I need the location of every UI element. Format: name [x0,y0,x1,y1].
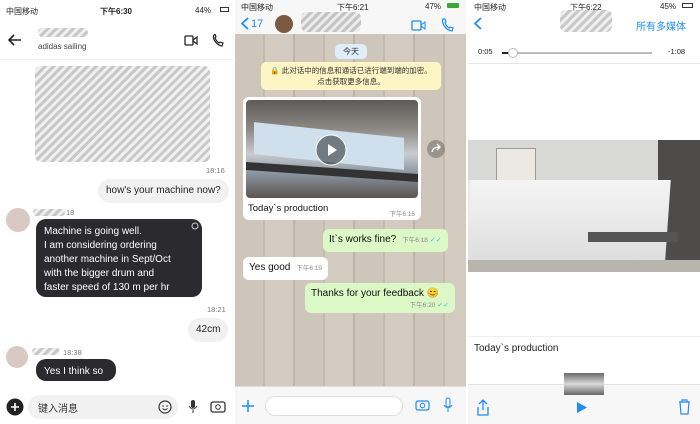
video-message[interactable]: Today`s production 下午6:16 [243,97,421,220]
contact-name-redacted [560,10,612,32]
message-text: Yes I think so [44,366,104,377]
scrubber-track[interactable] [502,48,652,58]
message-input[interactable] [265,396,403,416]
outgoing-message: 42cm [188,318,229,342]
screenshot-collage: 中国移动 下午6:30 44% adidas sailing 18:16 how… [0,0,700,424]
carrier-label: 中国移动 [241,3,273,12]
message-line: I am considering ordering [44,240,157,251]
media-viewer-screen: 中国移动 下午6:22 45% 所有多媒体 0:05 -1:08 Today`s… [468,0,700,424]
date-badge: 今天 [335,44,367,59]
media-caption: Today`s production [474,343,559,354]
microphone-icon[interactable] [188,399,198,414]
battery-percent: 44% [195,6,212,15]
avatar[interactable] [275,15,293,33]
whatsapp-chat-screen: 中国移动 下午6:21 47% 17 今天 🔒 此对话中的信息和通话已进行端到端… [235,0,466,424]
message-input[interactable]: 键入消息 [28,395,178,419]
message-time: 18:21 [207,305,226,314]
message-line: faster speed of 130 m per hr [44,282,170,293]
trash-icon[interactable] [678,399,691,415]
video-call-icon[interactable] [184,35,198,46]
input-placeholder: 键入消息 [38,404,78,415]
clock: 下午6:30 [100,7,133,16]
phone-icon[interactable] [212,34,224,47]
chat-header: 中国移动 下午6:21 47% 17 [235,0,466,34]
outgoing-message: Thanks for your feedback 😊 下午6:20 ✓✓ [305,283,455,313]
message-time: 下午6:19 [296,265,322,272]
contact-name-redacted [301,12,361,32]
scrubber-handle[interactable] [507,48,518,58]
outgoing-message: how's your machine now? [98,179,229,203]
back-chevron-icon[interactable] [241,17,249,30]
video-caption: Today`s production [248,203,329,214]
media-caption-bar: Today`s production [468,336,700,358]
thumbnail-strip[interactable] [564,373,604,395]
incoming-message: Machine is going well. I am considering … [36,219,202,297]
microphone-icon[interactable] [443,397,453,413]
status-bar: 中国移动 下午6:30 44% [0,0,233,22]
all-media-link[interactable]: 所有多媒体 [636,18,686,33]
avatar [6,346,28,368]
share-icon[interactable] [476,399,490,416]
redacted-message [35,66,210,162]
video-call-icon[interactable] [411,20,426,31]
incoming-message: Yes good 下午6:19 [243,257,328,280]
floor [468,260,700,272]
lock-icon: 🔒 [270,66,280,75]
contact-subtitle: adidas sailing [38,42,87,51]
message-time: 18:16 [206,166,225,175]
status-bar: 中国移动 下午6:21 47% [235,0,466,12]
read-ticks-icon: ✓✓ [427,237,442,244]
battery-icon [220,7,229,12]
image-icon[interactable] [210,401,226,413]
composer-bar [235,386,466,424]
play-icon[interactable] [576,401,588,414]
elapsed-time: 0:05 [478,47,493,56]
message-text: It`s works fine? [329,234,397,245]
message-line: another machine in Sept/Oct [44,254,171,265]
sender-name-redacted [32,348,60,355]
message-line: Machine is going well. [44,226,142,237]
incoming-message: Yes I think so [36,359,116,381]
contact-name-redacted [38,28,88,37]
message-line: with the bigger drum and [44,268,155,279]
message-text: Yes good [249,262,291,273]
back-arrow-icon[interactable] [8,34,22,46]
encryption-text: 此对话中的信息和通话已进行端到端的加密。点击获取更多信息。 [281,66,432,86]
chat-header: adidas sailing [0,22,233,60]
chat-screen-left: 中国移动 下午6:30 44% adidas sailing 18:16 how… [0,0,233,424]
reaction-icon[interactable] [191,222,199,230]
fabric-sheet [468,180,671,260]
encryption-notice[interactable]: 🔒 此对话中的信息和通话已进行端到端的加密。点击获取更多信息。 [261,62,441,90]
camera-icon[interactable] [415,399,430,411]
sender-name-redacted [33,209,65,216]
battery-percent: 47% [425,2,442,11]
carrier-label: 中国移动 [474,3,506,12]
plus-icon[interactable] [6,398,24,416]
remaining-time: -1:08 [668,47,686,56]
video-frame[interactable] [468,140,700,272]
message-time: 下午6:20 [409,302,436,309]
plus-icon[interactable] [242,400,254,412]
battery-icon [682,3,693,8]
message-time: 18 [66,208,75,217]
battery-icon [447,3,459,8]
message-time: 下午6:18 [402,237,428,244]
avatar [6,208,30,232]
message-time: 18:38 [63,348,82,357]
outgoing-message: It`s works fine? 下午6:18 ✓✓ [323,229,448,252]
phone-icon[interactable] [441,18,454,32]
carrier-label: 中国移动 [6,7,38,16]
back-chevron-icon[interactable] [474,17,482,30]
roller [588,232,678,242]
battery-percent: 45% [660,2,677,11]
back-count[interactable]: 17 [251,18,263,30]
play-icon[interactable] [315,134,347,166]
video-scrubber[interactable]: 0:05 -1:08 [468,40,700,64]
read-ticks-icon: ✓✓ [435,302,449,309]
forward-icon[interactable] [427,140,445,158]
message-time: 下午6:16 [389,211,415,218]
media-toolbar [468,373,700,424]
emoji-icon[interactable] [158,400,172,414]
